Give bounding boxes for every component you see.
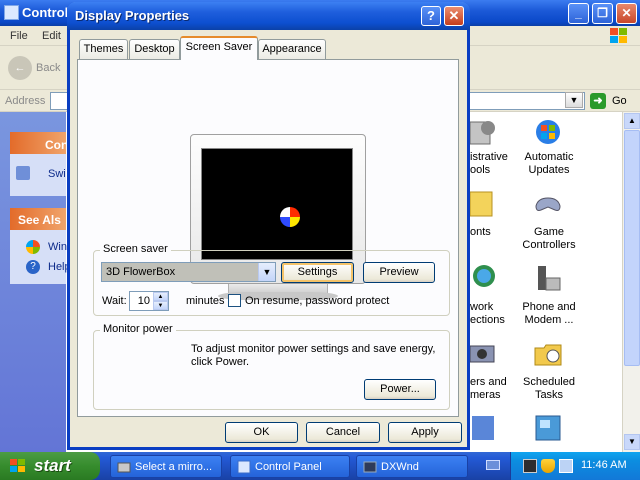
go-arrow-icon[interactable]: ➜: [590, 93, 606, 109]
control-panel-icon: [4, 5, 19, 20]
scheduled-tasks-icon[interactable]: [532, 338, 564, 370]
scroll-up-icon[interactable]: ▲: [624, 113, 640, 129]
close-icon[interactable]: ✕: [444, 6, 464, 26]
minimize-icon[interactable]: _: [568, 3, 589, 24]
back-button-label[interactable]: Back: [36, 62, 60, 74]
taskbar-item-control-panel[interactable]: Control Panel: [230, 455, 350, 478]
item-label[interactable]: Game Controllers: [512, 226, 586, 252]
dxwnd-icon: [363, 461, 377, 473]
wait-minutes-stepper[interactable]: 10 ▲ ▼: [129, 291, 169, 311]
monitor-power-group-label: Monitor power: [100, 323, 176, 335]
task-label: DXWnd: [381, 461, 419, 473]
task-pane-header-label: Con: [45, 138, 69, 152]
maximize-icon[interactable]: ❐: [592, 3, 613, 24]
system-tray: 11:46 AM: [510, 452, 640, 480]
spin-down-icon[interactable]: ▼: [153, 301, 168, 310]
go-button-label[interactable]: Go: [612, 95, 627, 107]
scroll-down-icon[interactable]: ▼: [624, 434, 640, 450]
chevron-down-icon[interactable]: ▼: [565, 92, 583, 108]
item-label[interactable]: onts: [470, 226, 510, 239]
see-also-header[interactable]: See Als: [10, 208, 66, 230]
see-also-label: See Als: [18, 213, 61, 227]
control-panel-icon: [237, 460, 251, 474]
item-label[interactable]: work ections: [470, 301, 515, 327]
tab-themes[interactable]: Themes: [79, 39, 128, 59]
wait-label: Wait:: [102, 295, 127, 307]
task-pane-header[interactable]: Con: [10, 132, 69, 154]
menu-edit[interactable]: Edit: [42, 30, 61, 42]
task-label: Control Panel: [255, 461, 322, 473]
phone-modem-icon[interactable]: [532, 262, 564, 294]
item-label[interactable]: Automatic Updates: [516, 151, 582, 177]
settings-button[interactable]: Settings: [281, 262, 354, 283]
scroll-thumb[interactable]: [624, 130, 640, 366]
tab-appearance[interactable]: Appearance: [258, 39, 326, 59]
task-pane: Con Swi See Als Win ? Help: [0, 112, 71, 452]
preview-button[interactable]: Preview: [363, 262, 435, 283]
address-label: Address: [5, 95, 46, 107]
power-button[interactable]: Power...: [364, 379, 436, 400]
dialog-title: Display Properties: [75, 8, 190, 23]
automatic-updates-icon[interactable]: [532, 116, 564, 148]
partial-item-icon[interactable]: [466, 412, 498, 444]
taskbar: start Select a mirro... Control Panel DX…: [0, 452, 640, 480]
switch-view-icon: [16, 166, 30, 180]
partial-item-icon[interactable]: [532, 412, 564, 444]
dialog-titlebar[interactable]: Display Properties ? ✕: [67, 2, 470, 30]
monitor-tray-icon[interactable]: [523, 459, 537, 473]
tab-desktop[interactable]: Desktop: [129, 39, 180, 59]
clock[interactable]: 11:46 AM: [581, 459, 627, 471]
task-pane-box: Con Swi: [10, 132, 69, 196]
see-also-item[interactable]: Win: [48, 241, 67, 253]
game-controllers-icon[interactable]: [532, 188, 564, 220]
windows-update-icon: [26, 240, 40, 254]
fonts-icon[interactable]: [466, 188, 498, 220]
apply-button[interactable]: Apply: [388, 422, 462, 443]
item-label[interactable]: Phone and Modem ...: [512, 301, 586, 327]
item-label[interactable]: ers and meras: [470, 376, 515, 402]
minutes-label: minutes: [186, 295, 225, 307]
display-properties-dialog: Display Properties ? ✕ Themes Desktop Sc…: [67, 2, 470, 450]
screen-saver-group-label: Screen saver: [100, 243, 171, 255]
tools-icon: [117, 462, 131, 473]
password-protect-checkbox[interactable]: [228, 294, 241, 307]
keyboard-icon[interactable]: [486, 460, 500, 470]
screen-saver-select[interactable]: 3D FlowerBox ▼: [101, 262, 276, 282]
screen-saver-selected: 3D FlowerBox: [106, 266, 176, 278]
scanners-cameras-icon[interactable]: [466, 338, 498, 370]
screen-saver-preview: [201, 148, 353, 260]
task-pane-item[interactable]: Swi: [48, 168, 66, 180]
flowerbox-shape: [280, 207, 300, 227]
security-shield-icon[interactable]: [541, 459, 555, 473]
cancel-button[interactable]: Cancel: [306, 422, 380, 443]
vertical-scrollbar[interactable]: ▲ ▼: [622, 112, 640, 452]
network-tray-icon[interactable]: [559, 459, 573, 473]
wait-value: 10: [137, 295, 150, 307]
administrative-tools-icon[interactable]: [466, 116, 498, 148]
spin-up-icon[interactable]: ▲: [153, 292, 168, 301]
network-connections-icon[interactable]: [466, 262, 498, 294]
taskbar-item-dxwnd[interactable]: DXWnd: [356, 455, 468, 478]
back-arrow-icon[interactable]: ←: [8, 56, 32, 80]
start-button[interactable]: start: [0, 452, 100, 480]
help-icon[interactable]: ?: [421, 6, 441, 26]
chevron-down-icon[interactable]: ▼: [258, 263, 275, 281]
ok-button[interactable]: OK: [225, 422, 298, 443]
windows-logo-icon: [610, 28, 627, 43]
start-label: start: [34, 456, 71, 475]
close-icon[interactable]: ✕: [616, 3, 637, 24]
tab-panel: Screen saver 3D FlowerBox ▼ Settings Pre…: [77, 59, 459, 417]
item-label[interactable]: istrative ools: [470, 151, 510, 177]
help-icon: ?: [26, 260, 40, 274]
windows-logo-icon: [10, 459, 25, 472]
monitor-power-description: To adjust monitor power settings and sav…: [191, 343, 436, 368]
task-label: Select a mirro...: [135, 461, 213, 473]
taskbar-item-mirror[interactable]: Select a mirro...: [110, 455, 222, 478]
tab-screen-saver[interactable]: Screen Saver: [180, 36, 258, 60]
menu-file[interactable]: File: [10, 30, 28, 42]
password-protect-label[interactable]: On resume, password protect: [245, 295, 389, 307]
see-also-box: See Als Win ? Help: [10, 208, 71, 284]
item-label[interactable]: Scheduled Tasks: [512, 376, 586, 402]
